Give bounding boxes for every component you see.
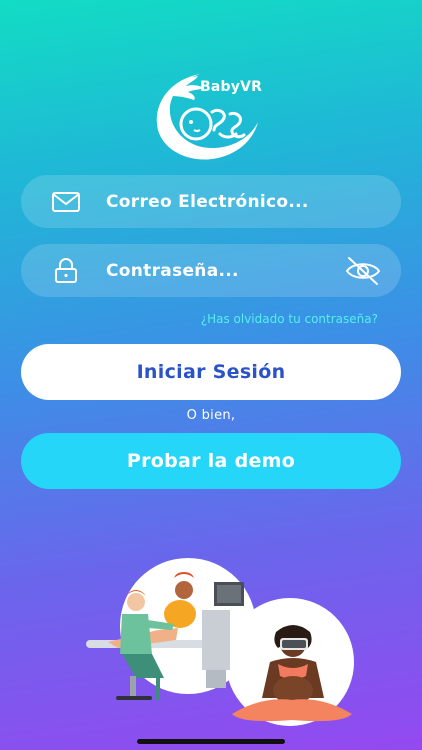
login-button[interactable]: Iniciar Sesión <box>21 344 401 400</box>
demo-button[interactable]: Probar la demo <box>21 433 401 489</box>
email-placeholder: Correo Electrónico... <box>106 191 309 212</box>
password-field[interactable]: Contraseña... <box>21 244 401 297</box>
app-logo: BabyVR <box>150 66 272 166</box>
logo-text: BabyVR <box>200 79 263 95</box>
home-indicator[interactable] <box>137 739 285 744</box>
ultrasound-illustration <box>78 558 378 728</box>
email-field[interactable]: Correo Electrónico... <box>21 175 401 228</box>
eye-off-icon[interactable] <box>343 254 383 288</box>
or-separator: O bien, <box>186 408 236 423</box>
login-screen: BabyVR Correo Electrónico... Contraseña.… <box>0 0 422 750</box>
mail-icon <box>51 189 81 215</box>
password-placeholder: Contraseña... <box>106 260 239 281</box>
lock-icon <box>51 257 81 284</box>
forgot-password-link[interactable]: ¿Has olvidado tu contraseña? <box>201 312 378 326</box>
